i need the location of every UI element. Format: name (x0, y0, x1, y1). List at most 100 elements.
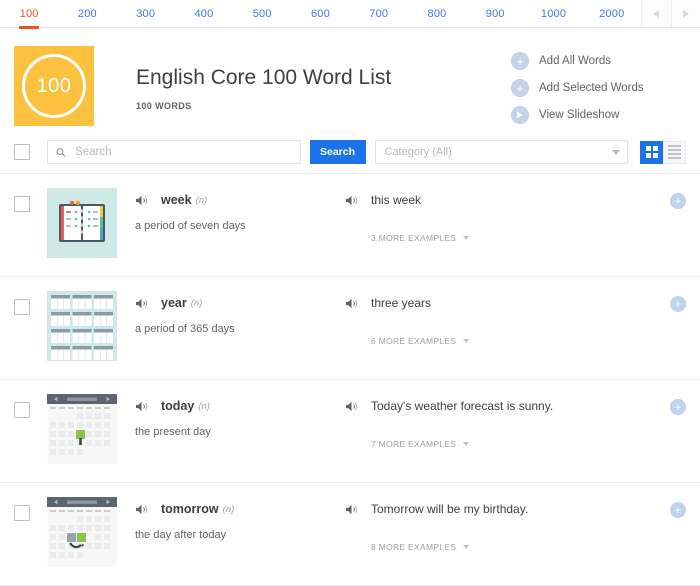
tab-label: 800 (427, 7, 447, 20)
tab-label: 400 (194, 7, 214, 20)
category-value: Category (All) (384, 146, 452, 158)
tab-200[interactable]: 200 (58, 0, 116, 27)
tabs-next-button[interactable] (671, 0, 700, 27)
tab-400[interactable]: 400 (175, 0, 233, 27)
word-headline: today (n) (135, 399, 345, 413)
add-selected-words-button[interactable]: + Add Selected Words (511, 79, 686, 97)
word-definition: a period of 365 days (135, 323, 235, 335)
add-all-words-button[interactable]: + Add All Words (511, 52, 686, 70)
row-checkbox[interactable] (14, 299, 30, 315)
tab-label: 900 (485, 7, 505, 20)
table-row[interactable]: year (n) a period of 365 days three year… (0, 277, 700, 380)
more-examples-toggle[interactable]: 8 MORE EXAMPLES (371, 542, 670, 552)
title-block: English Core 100 Word List 100 WORDS (136, 46, 511, 111)
add-word-button[interactable]: + (670, 296, 686, 312)
search-button[interactable]: Search (309, 140, 366, 164)
more-examples-label: 7 MORE EXAMPLES (371, 439, 457, 449)
today-calendar-illustration (47, 394, 117, 464)
word-definition: the present day (135, 426, 211, 438)
action-label: Add Selected Words (539, 82, 644, 94)
word-column: week (n) a period of seven days (135, 188, 345, 232)
more-examples-toggle[interactable]: 7 MORE EXAMPLES (371, 439, 670, 449)
example-column: three years 6 MORE EXAMPLES (345, 291, 670, 346)
tab-900[interactable]: 900 (466, 0, 524, 27)
tab-label: 200 (77, 7, 97, 20)
example-sentence: three years (371, 296, 432, 310)
category-dropdown[interactable]: Category (All) (374, 140, 628, 164)
speaker-icon[interactable] (345, 504, 358, 515)
planner-illustration (59, 200, 105, 242)
row-checkbox[interactable] (14, 505, 30, 521)
add-word-button[interactable]: + (670, 399, 686, 415)
example-headline: Tomorrow will be my birthday. (345, 502, 670, 516)
tabs-prev-button[interactable] (642, 0, 672, 27)
speaker-icon[interactable] (345, 195, 358, 206)
word-term: year (161, 296, 187, 310)
row-checkbox[interactable] (14, 402, 30, 418)
example-column: Tomorrow will be my birthday. 8 MORE EXA… (345, 497, 670, 552)
table-row[interactable]: tomorrow (n) the day after today Tomorro… (0, 483, 700, 586)
example-sentence: Tomorrow will be my birthday. (371, 502, 529, 516)
add-word-button[interactable]: + (670, 193, 686, 209)
more-examples-toggle[interactable]: 3 MORE EXAMPLES (371, 233, 670, 243)
tab-600[interactable]: 600 (291, 0, 349, 27)
word-column: tomorrow (n) the day after today (135, 497, 345, 541)
chevron-right-icon (682, 9, 689, 18)
list-toolbar: Search Category (All) (0, 133, 700, 174)
example-headline: Today's weather forecast is sunny. (345, 399, 670, 413)
action-label: Add All Words (539, 55, 612, 67)
tomorrow-calendar-illustration (47, 497, 117, 567)
example-column: Today's weather forecast is sunny. 7 MOR… (345, 394, 670, 449)
page-title: English Core 100 Word List (136, 66, 392, 89)
tab-300[interactable]: 300 (117, 0, 175, 27)
year-calendar-illustration (51, 295, 113, 360)
twelve-month-calendar-grid-image (47, 291, 117, 361)
tab-pager (641, 0, 700, 27)
list-badge: 100 (14, 46, 94, 126)
word-column: today (n) the present day (135, 394, 345, 438)
tab-1000[interactable]: 1000 (524, 0, 582, 27)
word-definition: the day after today (135, 529, 227, 541)
table-row[interactable]: today (n) the present day Today's weathe… (0, 380, 700, 483)
view-slideshow-button[interactable]: ▶ View Slideshow (511, 106, 686, 124)
select-all-checkbox[interactable] (14, 144, 30, 160)
tab-800[interactable]: 800 (408, 0, 466, 27)
view-toggle-group (640, 140, 686, 164)
search-field-wrapper[interactable] (47, 140, 301, 164)
tab-label: 1000 (540, 7, 567, 20)
word-term: week (161, 193, 192, 207)
level-tab-bar: 100 200 300 400 500 600 700 800 900 1000… (0, 0, 700, 28)
speaker-icon[interactable] (345, 298, 358, 309)
play-icon: ▶ (511, 106, 529, 124)
grid-view-button[interactable] (640, 140, 663, 164)
search-input[interactable] (73, 145, 292, 159)
example-headline: this week (345, 193, 670, 207)
word-term: today (161, 399, 195, 413)
speaker-icon[interactable] (345, 401, 358, 412)
word-column: year (n) a period of 365 days (135, 291, 345, 335)
example-sentence: this week (371, 193, 422, 207)
plus-icon: + (511, 52, 529, 70)
chevron-down-icon (463, 545, 470, 549)
tab-500[interactable]: 500 (233, 0, 291, 27)
chevron-down-icon (612, 149, 620, 155)
tab-700[interactable]: 700 (350, 0, 408, 27)
tab-100[interactable]: 100 (0, 0, 58, 27)
more-examples-toggle[interactable]: 6 MORE EXAMPLES (371, 336, 670, 346)
speaker-icon[interactable] (135, 401, 148, 412)
tab-2000[interactable]: 2000 (583, 0, 641, 27)
speaker-icon[interactable] (135, 298, 148, 309)
word-part-of-speech: (n) (195, 194, 208, 206)
tab-label: 100 (19, 7, 39, 20)
month-calendar-current-day-image (47, 394, 117, 464)
chevron-down-icon (463, 339, 470, 343)
list-view-button[interactable] (663, 140, 686, 164)
word-headline: tomorrow (n) (135, 502, 345, 516)
speaker-icon[interactable] (135, 195, 148, 206)
row-checkbox[interactable] (14, 196, 30, 212)
table-row[interactable]: week (n) a period of seven days this wee… (0, 174, 700, 277)
speaker-icon[interactable] (135, 504, 148, 515)
add-word-button[interactable]: + (670, 502, 686, 518)
word-term: tomorrow (161, 502, 219, 516)
word-part-of-speech: (n) (190, 297, 203, 309)
